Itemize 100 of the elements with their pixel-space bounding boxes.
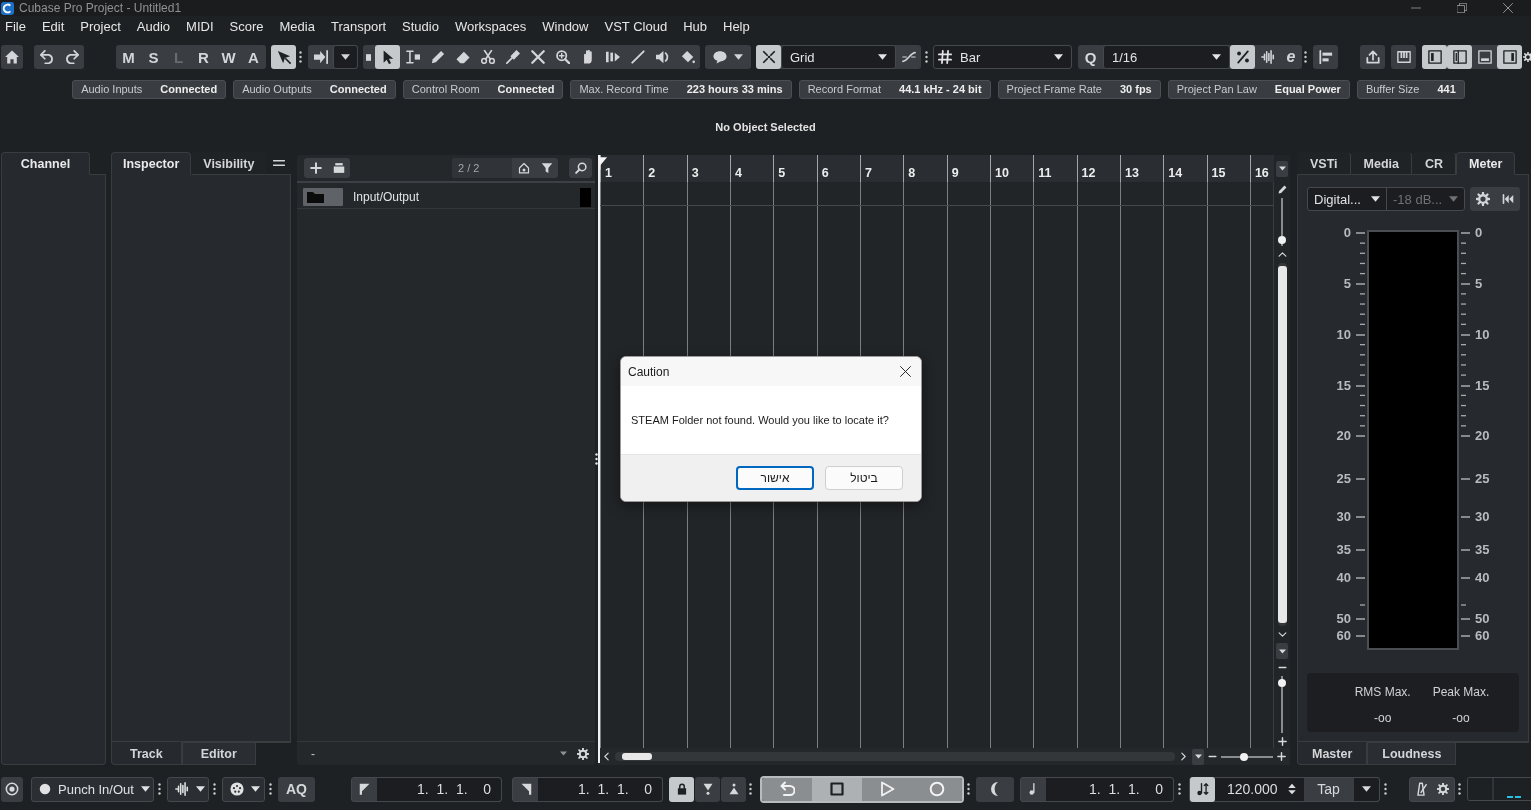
- redo-icon: [64, 50, 79, 64]
- stop-button[interactable]: [812, 777, 862, 801]
- right-locator-value[interactable]: 1. 1. 1. 0: [538, 777, 662, 801]
- status-value: 30 fps: [1119, 83, 1152, 95]
- keyboard-button[interactable]: [1391, 45, 1416, 69]
- tempo-mode-button[interactable]: [1190, 776, 1215, 802]
- align-button[interactable]: [1313, 45, 1338, 69]
- bar-number: 5: [778, 166, 786, 180]
- slider-thumb[interactable]: [1278, 678, 1286, 687]
- meter-type-dropdown[interactable]: Digital...: [1308, 188, 1386, 210]
- align-left-icon: [1318, 50, 1333, 64]
- zoom-slider[interactable]: [1278, 198, 1286, 246]
- dropdown-button[interactable]: [333, 45, 358, 69]
- mode-button[interactable]: M: [116, 45, 141, 69]
- chevron-right-icon: [1179, 752, 1188, 761]
- panel-tab[interactable]: Editor: [181, 742, 256, 765]
- panel-tab[interactable]: Loudness: [1367, 742, 1457, 765]
- menu-item[interactable]: Hub: [675, 17, 715, 37]
- home-button[interactable]: [1, 45, 23, 69]
- horizontal-scrollbar[interactable]: [615, 752, 1175, 761]
- edit-toggle-button[interactable]: e: [1280, 45, 1302, 69]
- grid-type-dropdown[interactable]: Bar: [933, 45, 1072, 69]
- scrollbar-thumb[interactable]: [622, 753, 652, 760]
- panel-tab[interactable]: Inspector: [111, 152, 192, 175]
- left-locator-value[interactable]: 1. 1. 1. 0: [377, 777, 501, 801]
- menu-item[interactable]: Score: [221, 17, 272, 37]
- menu-item[interactable]: Window: [534, 17, 597, 37]
- panel-tab[interactable]: Master: [1297, 742, 1368, 765]
- record-button[interactable]: [912, 777, 962, 801]
- dropdown-button[interactable]: [1276, 643, 1288, 659]
- menu-item[interactable]: Transport: [322, 17, 395, 37]
- aq-button[interactable]: AQ: [278, 776, 315, 802]
- dropdown-button[interactable]: [1353, 777, 1379, 801]
- grip-icon: [213, 783, 216, 795]
- stat-value: -oo: [1452, 711, 1470, 725]
- close-button[interactable]: [897, 363, 913, 380]
- menu-item[interactable]: Studio: [394, 17, 447, 37]
- punch-mode-dropdown[interactable]: Punch In/Out: [31, 776, 154, 802]
- bar-number: 2: [648, 166, 656, 180]
- menu-item[interactable]: Help: [715, 17, 758, 37]
- eraser-icon: [455, 50, 470, 64]
- panel-tab[interactable]: VSTi: [1297, 152, 1351, 175]
- slider-thumb[interactable]: [1239, 752, 1248, 761]
- tempo-value[interactable]: 120.000: [1215, 777, 1304, 801]
- menu-item[interactable]: File: [0, 17, 34, 37]
- menu-item[interactable]: Workspaces: [446, 17, 535, 37]
- panel-tab[interactable]: Channel: [1, 152, 90, 175]
- bar-number: 6: [821, 166, 829, 180]
- gear-icon: [577, 747, 589, 760]
- moon-button[interactable]: [976, 776, 1014, 802]
- snap-type-dropdown[interactable]: Grid: [781, 45, 896, 69]
- zone-toggle-button[interactable]: [1447, 45, 1472, 69]
- auto-scroll-button[interactable]: [271, 45, 296, 69]
- mode-button[interactable]: R: [191, 45, 216, 69]
- menu-item[interactable]: Audio: [128, 17, 179, 37]
- position-value[interactable]: 1. 1. 1. 0: [1046, 777, 1173, 801]
- lock-button[interactable]: [669, 776, 694, 802]
- grip-icon: [299, 51, 302, 63]
- gear-icon: [1475, 192, 1490, 206]
- zoom-slider[interactable]: [1278, 676, 1286, 733]
- bar-number: 12: [1081, 166, 1096, 180]
- panel-tab[interactable]: Media: [1350, 152, 1412, 175]
- upload-button[interactable]: [1360, 45, 1385, 69]
- iterative-toggle-button[interactable]: [1230, 45, 1255, 69]
- mode-button[interactable]: W: [216, 45, 241, 69]
- zone-toggle-button[interactable]: [1422, 45, 1447, 69]
- menu-item[interactable]: Edit: [33, 17, 73, 37]
- panel-tab[interactable]: Meter: [1456, 152, 1516, 175]
- slider-thumb[interactable]: [1278, 236, 1286, 245]
- zoom-slider[interactable]: [1221, 752, 1273, 761]
- plus-icon: [1277, 737, 1287, 746]
- punch-out-button[interactable]: [721, 776, 746, 802]
- search-button[interactable]: [569, 158, 592, 178]
- dropdown-button[interactable]: [1276, 160, 1288, 177]
- menu-item[interactable]: VST Cloud: [596, 17, 676, 37]
- menu-item[interactable]: MIDI: [178, 17, 222, 37]
- scale-label: 20: [1475, 429, 1490, 443]
- zone-toggle-button[interactable]: [1497, 45, 1522, 69]
- snap-button[interactable]: [756, 45, 781, 69]
- scale-label: 50: [1475, 612, 1490, 626]
- select-tool-button[interactable]: [375, 45, 400, 69]
- panel-tab[interactable]: CR: [1412, 152, 1457, 175]
- speech-bubble-dropdown[interactable]: [705, 45, 751, 69]
- mode-button[interactable]: S: [141, 45, 166, 69]
- quantize-dropdown[interactable]: 1/16: [1103, 45, 1230, 69]
- status-label: Buffer Size: [1365, 83, 1420, 95]
- menu-item[interactable]: Media: [271, 17, 323, 37]
- caret-icon: [196, 786, 205, 792]
- scale-label: 60: [1475, 629, 1490, 643]
- sync-button[interactable]: [1, 776, 23, 802]
- punch-in-button[interactable]: [695, 776, 720, 802]
- footer-text: -: [311, 746, 315, 761]
- waveform-dropdown[interactable]: [167, 776, 209, 802]
- dropdown-button[interactable]: [1192, 748, 1204, 765]
- chevron-left-icon: [602, 752, 611, 761]
- right-locator-icon: [519, 783, 532, 795]
- midi-port-dropdown[interactable]: [222, 776, 265, 802]
- mode-button[interactable]: A: [241, 45, 266, 69]
- menu-item[interactable]: Project: [72, 17, 129, 37]
- panel-tab[interactable]: Track: [111, 742, 182, 765]
